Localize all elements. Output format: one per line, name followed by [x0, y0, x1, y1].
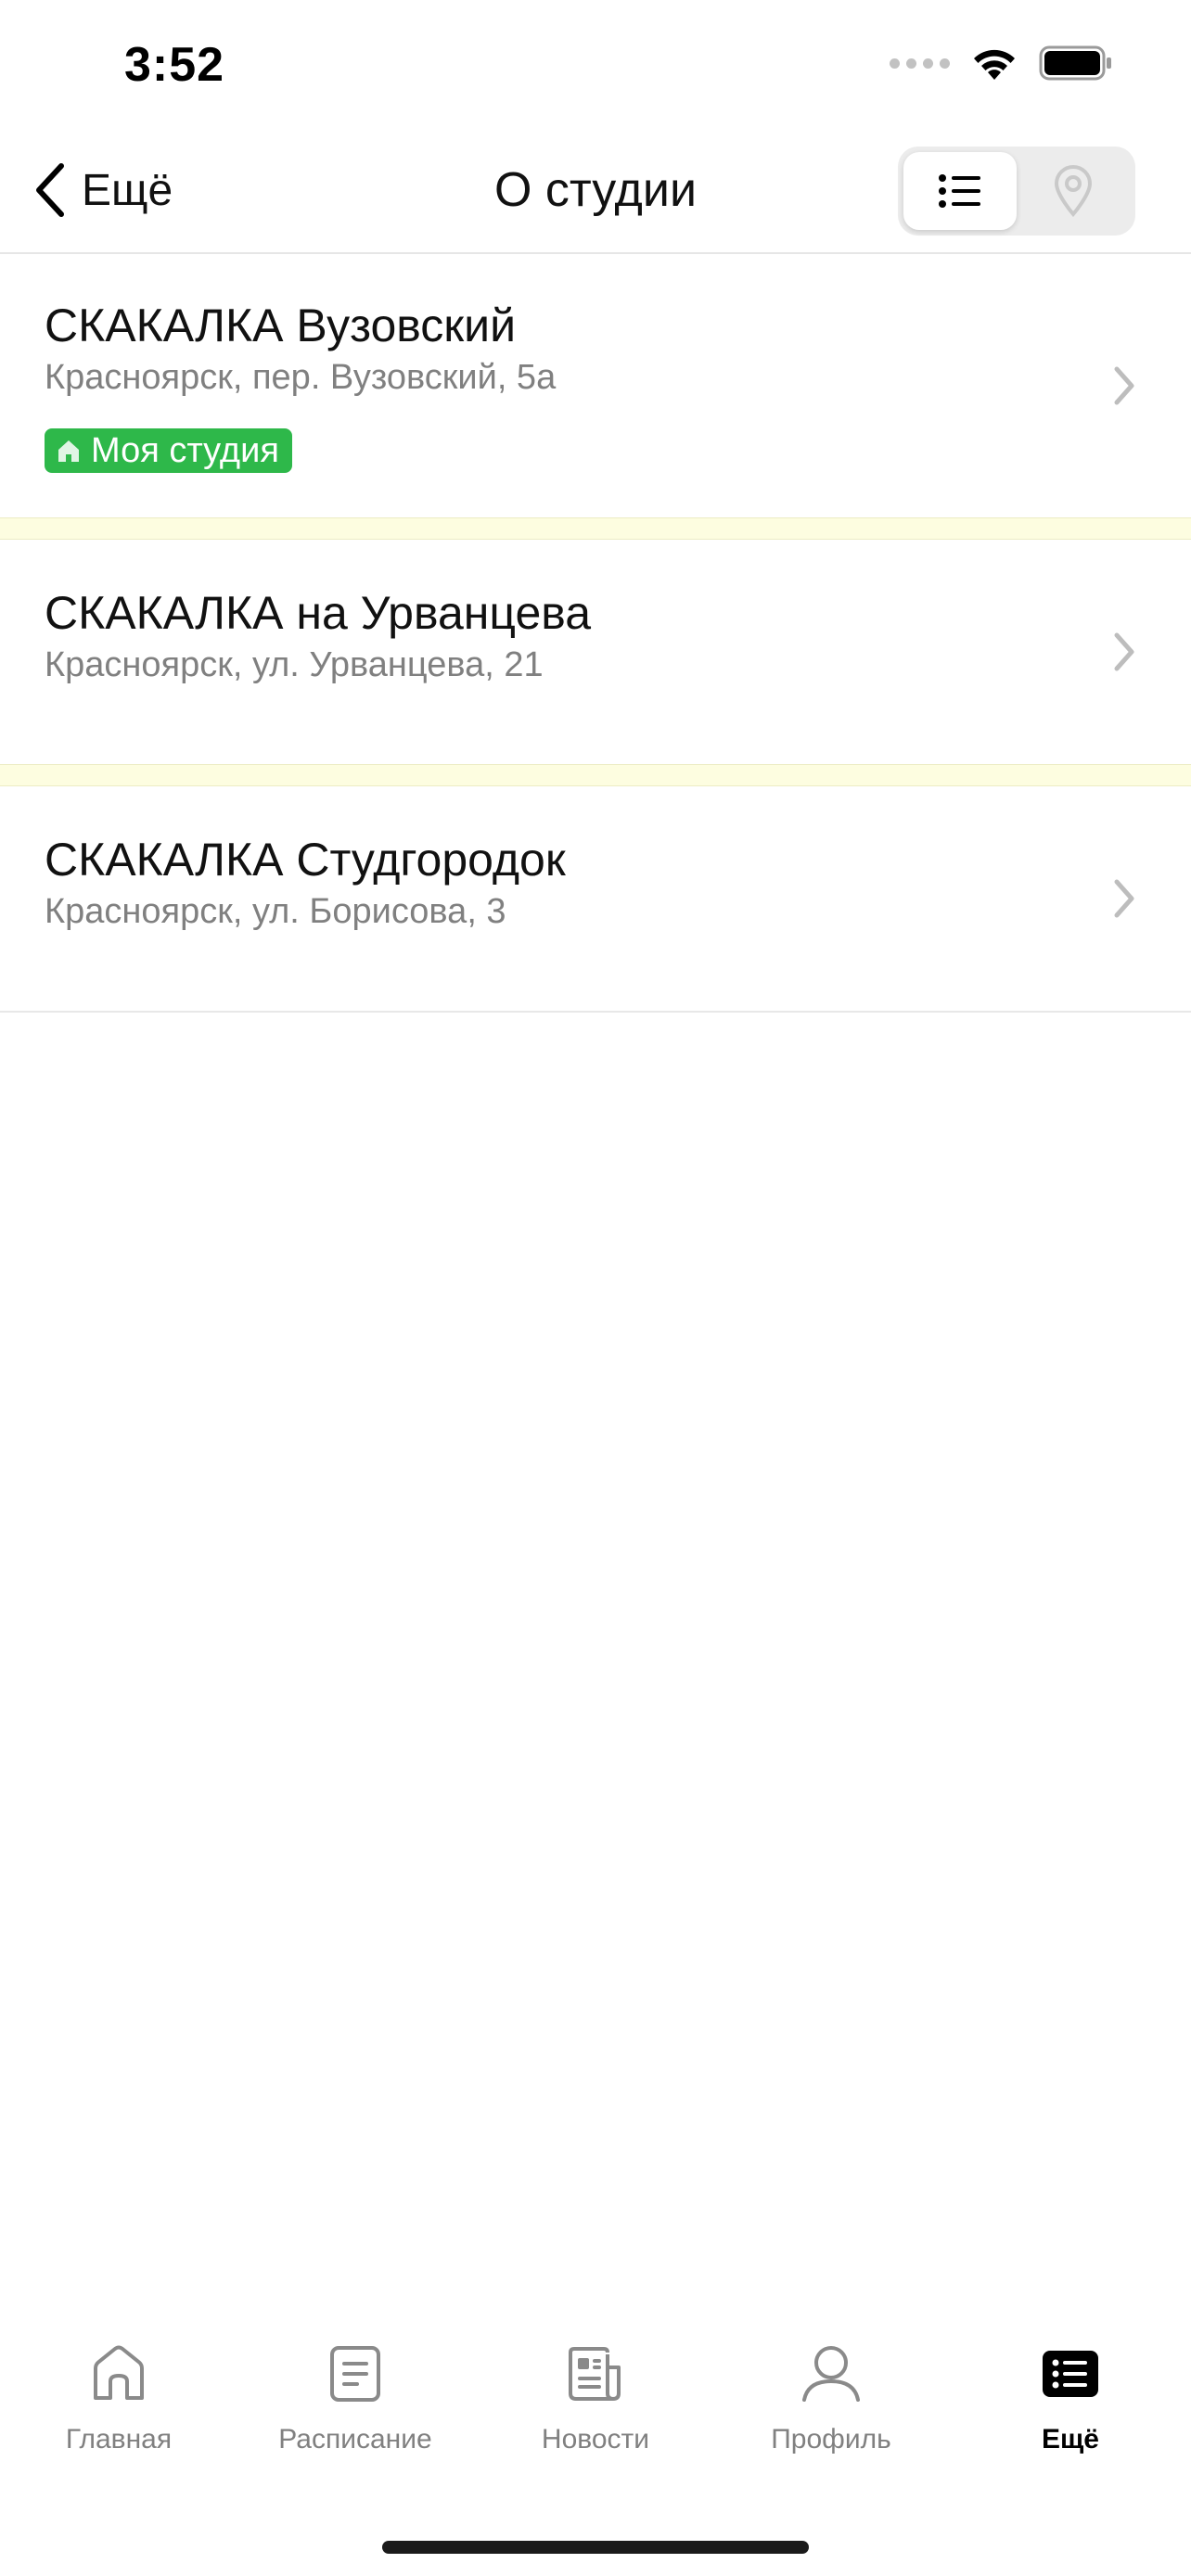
- studio-row-urvantseva[interactable]: СКАКАЛКА на Урванцева Красноярск, ул. Ур…: [0, 540, 1191, 764]
- my-studio-badge: Моя студия: [45, 428, 292, 473]
- studio-name: СКАКАЛКА Студгородок: [45, 834, 566, 886]
- studio-address: Красноярск, ул. Урванцева, 21: [45, 645, 544, 684]
- back-label: Ещё: [82, 165, 173, 215]
- wifi-icon: [974, 49, 1015, 80]
- home-icon: [58, 440, 79, 462]
- tab-schedule[interactable]: Расписание: [253, 2337, 457, 2455]
- screen: 3:52 Ещё О студии СКАКАЛКА Вузовский Кра…: [0, 0, 1191, 2576]
- section-separator: [0, 517, 1191, 540]
- map-view-toggle[interactable]: [1017, 152, 1130, 230]
- tab-profile[interactable]: Профиль: [729, 2337, 933, 2455]
- schedule-icon: [330, 2346, 380, 2402]
- tab-more[interactable]: Ещё: [968, 2337, 1172, 2455]
- navigation-bar: Ещё О студии: [0, 130, 1191, 254]
- list-icon: [939, 174, 980, 208]
- status-time: 3:52: [124, 38, 225, 92]
- map-pin-icon: [1054, 165, 1093, 217]
- tab-bar: Главная Расписание Новости Профиль Ещё: [0, 2337, 1191, 2494]
- tab-label: Новости: [541, 2424, 650, 2455]
- studio-row-studgorodok[interactable]: СКАКАЛКА Студгородок Красноярск, ул. Бор…: [0, 786, 1191, 1011]
- home-icon: [94, 2345, 144, 2400]
- tab-label: Главная: [65, 2424, 173, 2455]
- news-icon: [569, 2347, 621, 2401]
- studio-row-vuzovsky[interactable]: СКАКАЛКА Вузовский Красноярск, пер. Вузо…: [0, 254, 1191, 517]
- studio-address: Красноярск, пер. Вузовский, 5а: [45, 358, 557, 397]
- section-separator: [0, 764, 1191, 786]
- home-indicator[interactable]: [382, 2541, 809, 2554]
- tab-home[interactable]: Главная: [17, 2337, 221, 2455]
- tab-news[interactable]: Новости: [493, 2337, 698, 2455]
- studio-name: СКАКАЛКА Вузовский: [45, 300, 517, 351]
- battery-icon: [1039, 45, 1111, 81]
- studio-address: Красноярск, ул. Борисова, 3: [45, 892, 506, 931]
- chevron-right-icon: [1114, 366, 1134, 405]
- studio-list: СКАКАЛКА Вузовский Красноярск, пер. Вузо…: [0, 254, 1191, 1013]
- chevron-left-icon: [36, 163, 64, 217]
- status-icons: [890, 45, 1113, 82]
- profile-icon: [802, 2346, 860, 2402]
- chevron-right-icon: [1114, 879, 1134, 918]
- tab-label: Расписание: [278, 2424, 432, 2455]
- tab-label: Профиль: [771, 2424, 891, 2455]
- view-toggle: [898, 147, 1135, 236]
- more-icon: [1043, 2351, 1098, 2397]
- cellular-signal-icon: [890, 57, 950, 69]
- chevron-right-icon: [1114, 632, 1134, 671]
- studio-name: СКАКАЛКА на Урванцева: [45, 587, 592, 639]
- list-bottom-divider: [0, 1011, 1191, 1013]
- status-bar: 3:52: [0, 0, 1191, 130]
- tab-label: Ещё: [1041, 2424, 1099, 2455]
- back-button[interactable]: Ещё: [33, 158, 173, 223]
- list-view-toggle[interactable]: [903, 152, 1017, 230]
- badge-label: Моя студия: [91, 430, 279, 470]
